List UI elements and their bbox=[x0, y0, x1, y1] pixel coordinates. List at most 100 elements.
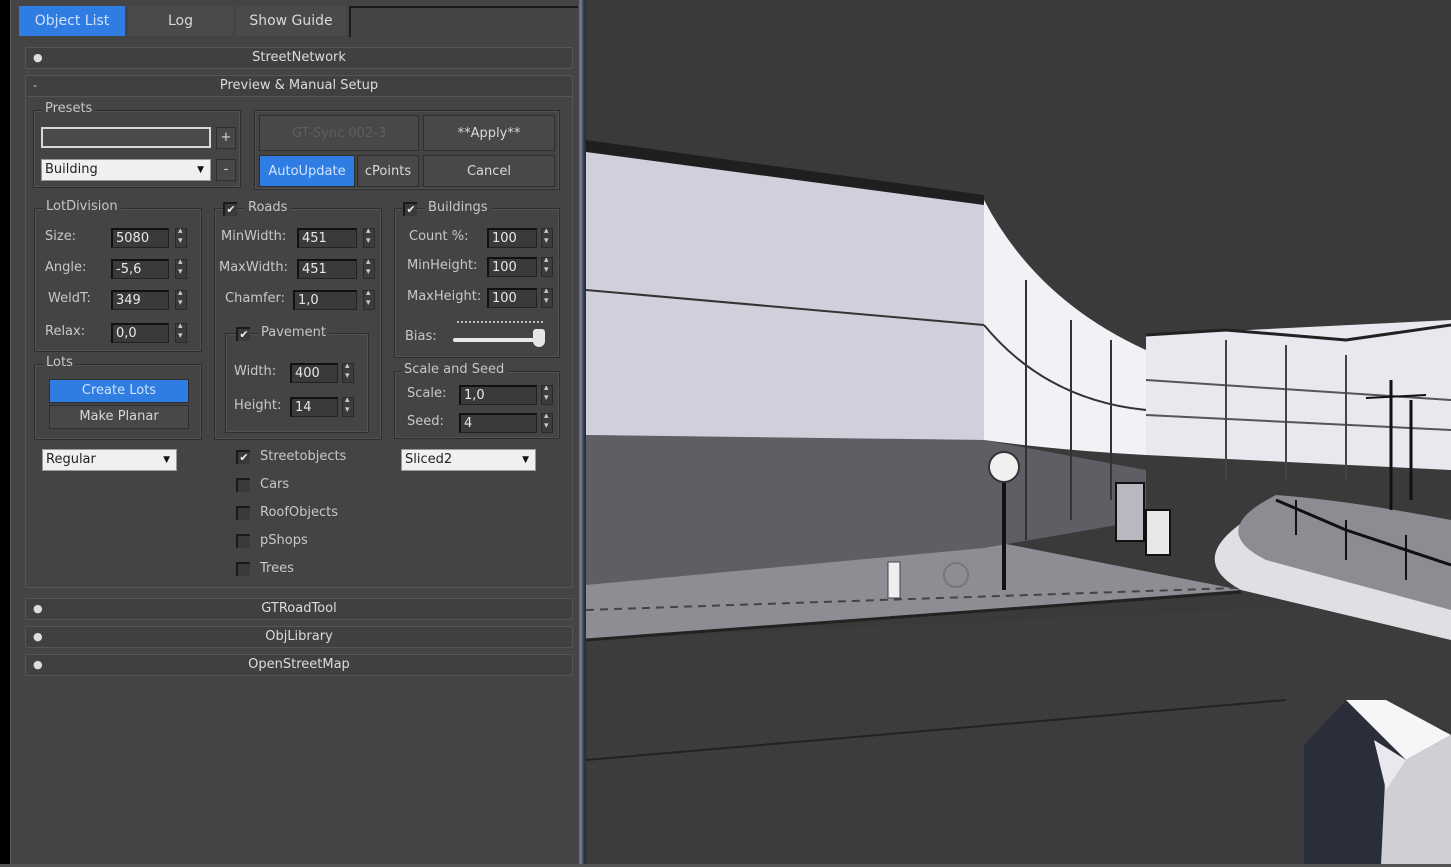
rollout-gt-road-tool[interactable]: ● GTRoadTool bbox=[25, 598, 573, 620]
buildings-checkbox[interactable]: ✔ bbox=[403, 202, 417, 216]
count-label: Count %: bbox=[409, 229, 469, 244]
cars-checkbox[interactable] bbox=[236, 478, 250, 492]
roofobjects-checkbox[interactable] bbox=[236, 506, 250, 520]
chamfer-input[interactable]: 1,0 bbox=[293, 290, 357, 310]
rollout-label: OpenStreetMap bbox=[248, 657, 350, 672]
pavement-title: Pavement bbox=[258, 325, 329, 340]
sync-button[interactable]: GT-Sync 002-3 bbox=[259, 115, 419, 151]
minwidth-input[interactable]: 451 bbox=[297, 228, 357, 248]
tab-log[interactable]: Log bbox=[128, 6, 233, 36]
roofobjects-label: RoofObjects bbox=[260, 505, 339, 520]
cancel-button[interactable]: Cancel bbox=[423, 155, 555, 187]
lots-title: Lots bbox=[43, 355, 76, 370]
minwidth-label: MinWidth: bbox=[221, 229, 287, 244]
add-preset-button[interactable]: + bbox=[216, 127, 236, 149]
seed-spinner[interactable] bbox=[541, 411, 553, 433]
pavement-height-spinner[interactable] bbox=[342, 395, 354, 417]
streetobjects-checkbox[interactable]: ✔ bbox=[236, 450, 250, 464]
make-planar-button[interactable]: Make Planar bbox=[49, 405, 189, 429]
maxheight-input[interactable]: 100 bbox=[487, 288, 537, 308]
minheight-spinner[interactable] bbox=[541, 255, 553, 277]
scale-input[interactable]: 1,0 bbox=[459, 385, 537, 405]
maxwidth-input[interactable]: 451 bbox=[297, 259, 357, 279]
autoupdate-button[interactable]: AutoUpdate bbox=[259, 155, 355, 187]
lot-division-title: LotDivision bbox=[43, 199, 121, 214]
tab-bar: Object List Log Show Guide bbox=[16, 3, 579, 37]
bus-shelter bbox=[1115, 482, 1145, 542]
create-lots-button[interactable]: Create Lots bbox=[49, 379, 189, 403]
expand-icon: ● bbox=[33, 658, 43, 671]
chevron-down-icon: ▼ bbox=[163, 455, 170, 465]
rollout-obj-library[interactable]: ● ObjLibrary bbox=[25, 626, 573, 648]
lot-division-group: LotDivision Size: 5080 Angle: -5,6 WeldT… bbox=[34, 199, 202, 352]
pavement-width-label: Width: bbox=[234, 364, 277, 379]
roads-title: Roads bbox=[245, 200, 291, 215]
preview-setup-section: Presets + Building ▼ - GT-Sync 002-3 **A… bbox=[25, 96, 573, 588]
expand-icon: ● bbox=[33, 51, 43, 64]
preset-name-input[interactable] bbox=[41, 127, 211, 148]
presets-title: Presets bbox=[42, 101, 96, 116]
seed-input[interactable]: 4 bbox=[459, 413, 537, 433]
bias-slider-thumb[interactable] bbox=[532, 329, 545, 347]
pavement-width-input[interactable]: 400 bbox=[290, 363, 338, 383]
bias-slider-ticks bbox=[457, 321, 543, 325]
chevron-down-icon: ▼ bbox=[522, 455, 529, 465]
buildings-group: ✔ Buildings Count %: 100 MinHeight: 100 … bbox=[394, 200, 560, 358]
lot-mode-selected: Regular bbox=[46, 452, 96, 467]
remove-preset-button[interactable]: - bbox=[216, 159, 236, 181]
minwidth-spinner[interactable] bbox=[363, 226, 375, 248]
preset-selected: Building bbox=[45, 162, 98, 177]
rollout-open-street-map[interactable]: ● OpenStreetMap bbox=[25, 654, 573, 676]
far-buildings bbox=[1146, 320, 1451, 470]
minheight-label: MinHeight: bbox=[407, 258, 478, 273]
relax-label: Relax: bbox=[45, 324, 86, 339]
weld-input[interactable]: 349 bbox=[111, 290, 169, 310]
size-spinner[interactable] bbox=[175, 226, 187, 248]
rollout-preview-manual-setup[interactable]: - Preview & Manual Setup bbox=[25, 75, 573, 97]
roads-checkbox[interactable]: ✔ bbox=[223, 202, 237, 216]
expand-icon: ● bbox=[33, 602, 43, 615]
weld-spinner[interactable] bbox=[175, 288, 187, 310]
apply-button[interactable]: **Apply** bbox=[423, 115, 555, 151]
relax-input[interactable]: 0,0 bbox=[111, 323, 169, 343]
cpoints-button[interactable]: cPoints bbox=[357, 155, 419, 187]
rollout-label: StreetNetwork bbox=[252, 50, 346, 65]
trees-checkbox[interactable] bbox=[236, 562, 250, 576]
style-select[interactable]: Sliced2 ▼ bbox=[401, 449, 536, 471]
3d-viewport[interactable] bbox=[586, 0, 1451, 867]
presets-group: Presets + Building ▼ - bbox=[33, 101, 241, 188]
angle-spinner[interactable] bbox=[175, 257, 187, 279]
pavement-group: ✔ Pavement Width: 400 Height: 14 bbox=[225, 325, 369, 433]
tab-object-list[interactable]: Object List bbox=[19, 6, 125, 36]
building-curve bbox=[984, 200, 1146, 455]
pavement-width-spinner[interactable] bbox=[342, 361, 354, 383]
pavement-height-label: Height: bbox=[234, 398, 282, 413]
rollout-label: GTRoadTool bbox=[261, 601, 337, 616]
seed-label: Seed: bbox=[407, 414, 444, 429]
expand-icon: ● bbox=[33, 630, 43, 643]
chamfer-label: Chamfer: bbox=[225, 291, 286, 306]
preset-select[interactable]: Building ▼ bbox=[41, 159, 211, 181]
tool-panel: Object List Log Show Guide ● StreetNetwo… bbox=[10, 0, 583, 867]
pshops-checkbox[interactable] bbox=[236, 534, 250, 548]
trash-bin bbox=[1145, 509, 1171, 556]
bias-slider-track[interactable] bbox=[453, 338, 543, 342]
size-input[interactable]: 5080 bbox=[111, 228, 169, 248]
relax-spinner[interactable] bbox=[175, 321, 187, 343]
maxwidth-spinner[interactable] bbox=[363, 257, 375, 279]
maxheight-spinner[interactable] bbox=[541, 286, 553, 308]
pavement-height-input[interactable]: 14 bbox=[290, 397, 338, 417]
count-input[interactable]: 100 bbox=[487, 228, 537, 248]
tab-bar-empty bbox=[349, 6, 579, 37]
minheight-input[interactable]: 100 bbox=[487, 257, 537, 277]
chamfer-spinner[interactable] bbox=[363, 288, 375, 310]
angle-input[interactable]: -5,6 bbox=[111, 259, 169, 279]
tab-show-guide[interactable]: Show Guide bbox=[236, 6, 346, 36]
scale-spinner[interactable] bbox=[541, 383, 553, 405]
pavement-checkbox[interactable]: ✔ bbox=[236, 327, 250, 341]
count-spinner[interactable] bbox=[541, 226, 553, 248]
rollout-street-network[interactable]: ● StreetNetwork bbox=[25, 47, 573, 69]
lot-mode-select[interactable]: Regular ▼ bbox=[42, 449, 177, 471]
trees-label: Trees bbox=[260, 561, 294, 576]
panel-splitter[interactable] bbox=[578, 0, 586, 867]
